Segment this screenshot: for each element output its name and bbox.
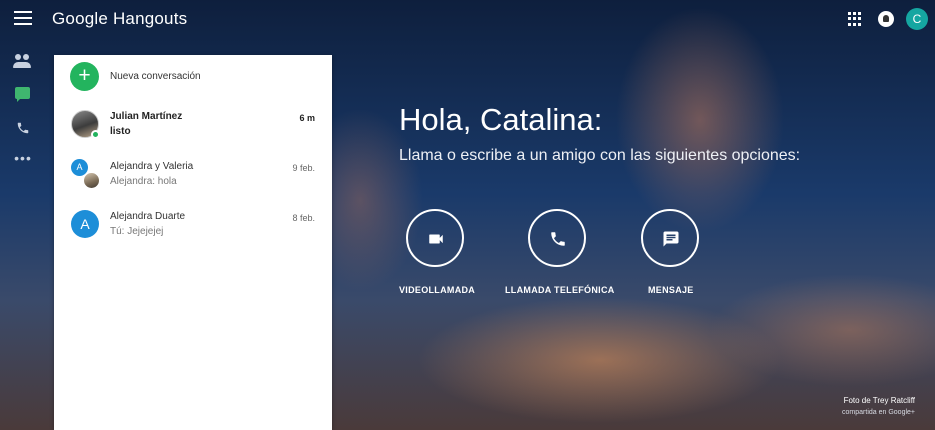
video-call-label: VIDEOLLAMADA [399,285,476,295]
conversation-time: 9 feb. [292,163,315,173]
phone-call-label: LLAMADA TELEFÓNICA [505,285,615,295]
message-label: MENSAJE [648,285,694,295]
account-avatar[interactable]: C [906,8,928,30]
conversation-item[interactable]: Julian Martínez listo 6 m [54,110,332,156]
video-call-button[interactable] [406,209,464,267]
phone-icon [551,232,565,246]
apps-grid-icon[interactable] [848,12,862,26]
plus-icon: + [70,62,99,91]
photo-credit[interactable]: Foto de Trey Ratcliff [844,396,915,405]
app-title: Google Hangouts [52,9,188,28]
people-icon[interactable] [13,52,33,72]
message-icon [663,231,679,247]
photo-credit-source: compartida en Google+ [842,409,915,416]
conversation-name: Alejandra y Valeria [110,161,194,172]
conversation-item[interactable]: A Alejandra Duarte Tú: Jejejejej 8 feb. [54,210,332,256]
avatar: A [71,210,99,238]
conversation-item[interactable]: A Alejandra y Valeria Alejandra: hola 9 … [54,159,332,206]
menu-icon[interactable] [14,11,32,27]
conversation-name: Julian Martínez [110,111,183,122]
phone-icon[interactable] [13,118,33,138]
conversation-panel: + Nueva conversación Julian Martínez lis… [54,55,332,430]
chat-icon[interactable] [13,84,33,104]
conversation-message: Alejandra: hola [110,176,177,187]
new-conversation-button[interactable]: + Nueva conversación [70,62,320,92]
avatar [83,172,100,189]
greeting-title: Hola, Catalina: [399,102,603,137]
new-conversation-label: Nueva conversación [110,71,201,82]
message-button[interactable] [641,209,699,267]
conversation-name: Alejandra Duarte [110,211,186,222]
notifications-icon[interactable] [878,11,894,27]
conversation-time: 6 m [299,113,315,123]
top-bar: Google Hangouts C [0,0,935,40]
phone-call-button[interactable] [528,209,586,267]
video-camera-icon [429,234,443,244]
more-icon[interactable]: ••• [13,148,33,168]
greeting-subtitle: Llama o escribe a un amigo con las sigui… [399,147,801,164]
online-status-icon [91,130,100,139]
conversation-time: 8 feb. [292,213,315,223]
left-rail: ••• [0,40,46,430]
conversation-message: Tú: Jejejejej [110,226,164,237]
conversation-message: listo [110,126,131,137]
